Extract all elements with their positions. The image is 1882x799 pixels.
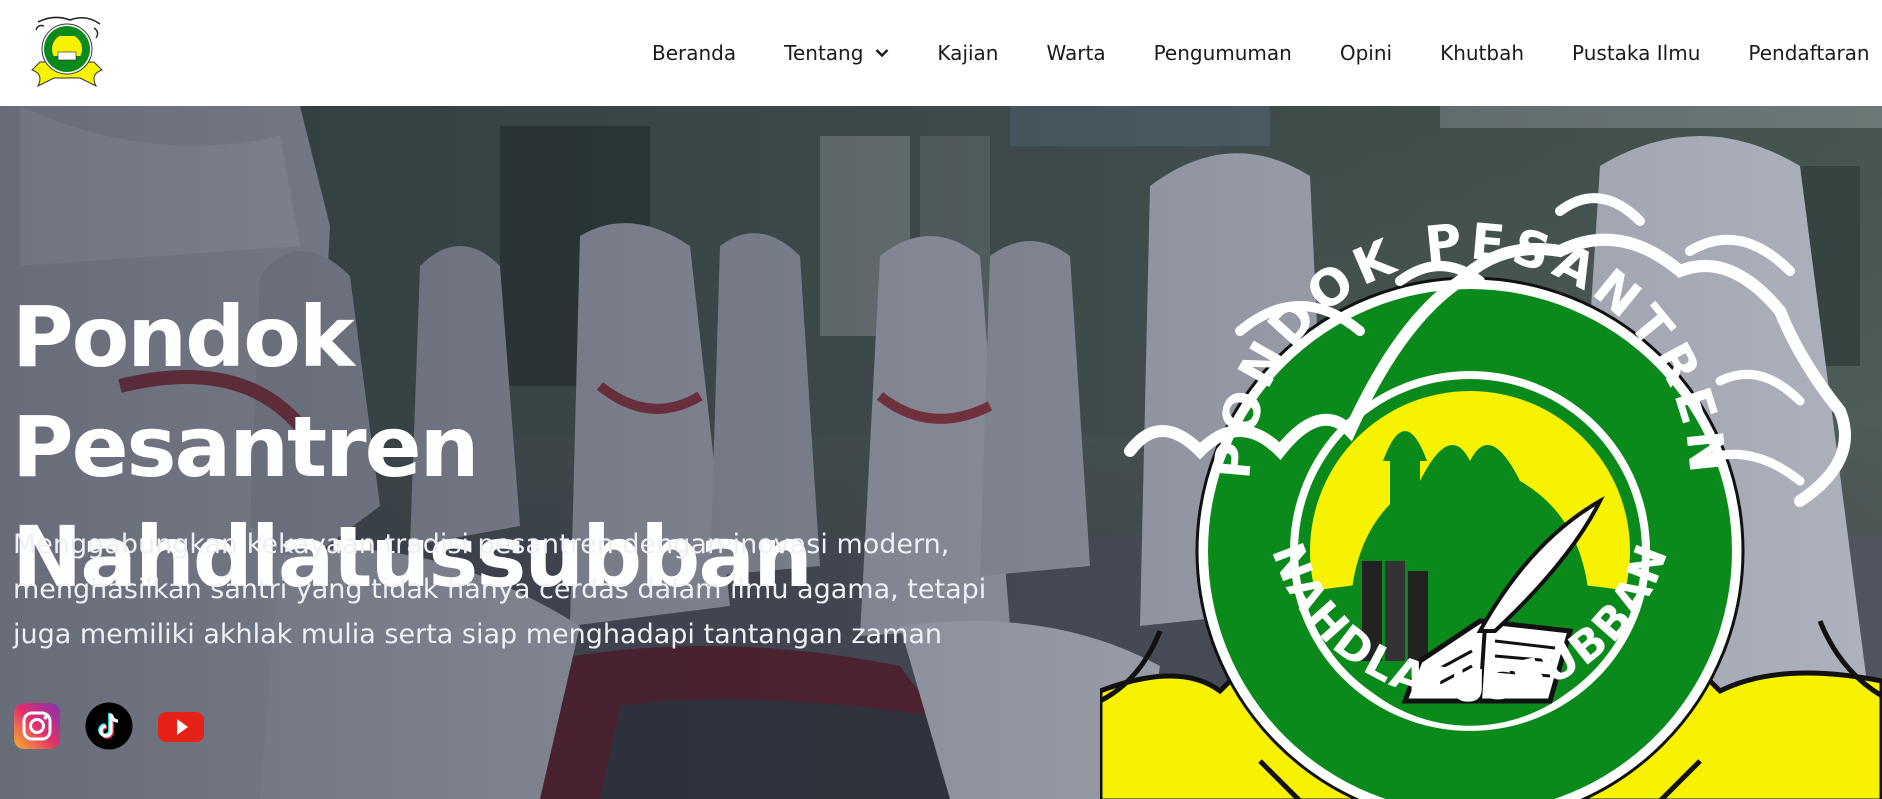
main-nav: Beranda Tentang Kajian Warta Pengumuman … bbox=[652, 0, 1882, 106]
nav-item-opini[interactable]: Opini bbox=[1340, 41, 1392, 65]
nav-label: Kajian bbox=[937, 41, 999, 65]
nav-item-pengumuman[interactable]: Pengumuman bbox=[1154, 41, 1292, 65]
nav-label: Beranda bbox=[652, 41, 737, 65]
nav-label: Warta bbox=[1046, 41, 1106, 65]
hero-title-line-1: Pondok Pesantren bbox=[12, 288, 479, 496]
tiktok-icon[interactable] bbox=[85, 702, 133, 750]
hero-section: Pondok Pesantren Nahdlatussubban Menggab… bbox=[0, 106, 1882, 799]
nav-label: Opini bbox=[1339, 41, 1393, 65]
site-header: Beranda Tentang Kajian Warta Pengumuman … bbox=[0, 0, 1882, 106]
nav-label: Pengumuman bbox=[1153, 41, 1292, 65]
hero-description: Menggabungkan kekayaan tradisi pesantren… bbox=[13, 522, 1013, 657]
nav-item-kajian[interactable]: Kajian bbox=[937, 41, 998, 65]
nav-label: Pustaka Ilmu bbox=[1572, 41, 1701, 65]
instagram-icon[interactable] bbox=[13, 702, 61, 750]
nav-label: Pendaftaran bbox=[1748, 41, 1870, 65]
chevron-down-icon bbox=[876, 49, 889, 58]
youtube-icon[interactable] bbox=[157, 702, 205, 750]
hero-description-line: menghasilkan santri yang tidak hanya cer… bbox=[13, 574, 987, 605]
pesantren-emblem: PONDOK PESANTREN NAHDLATUSSUBBAN bbox=[1100, 193, 1882, 799]
nav-item-tentang[interactable]: Tentang bbox=[784, 41, 889, 65]
nav-label: Tentang bbox=[784, 41, 864, 65]
nav-item-pendaftaran[interactable]: Pendaftaran bbox=[1748, 41, 1869, 65]
social-links bbox=[13, 702, 229, 750]
nav-item-beranda[interactable]: Beranda bbox=[652, 41, 736, 65]
hero-description-line: Menggabungkan kekayaan tradisi pesantren… bbox=[13, 529, 950, 560]
nav-item-warta[interactable]: Warta bbox=[1047, 41, 1106, 65]
nav-item-khutbah[interactable]: Khutbah bbox=[1440, 41, 1524, 65]
nav-item-pustaka-ilmu[interactable]: Pustaka Ilmu bbox=[1572, 41, 1700, 65]
site-logo[interactable] bbox=[24, 12, 110, 92]
nav-label: Khutbah bbox=[1440, 41, 1525, 65]
hero-description-line: juga memiliki akhlak mulia serta siap me… bbox=[13, 619, 943, 650]
